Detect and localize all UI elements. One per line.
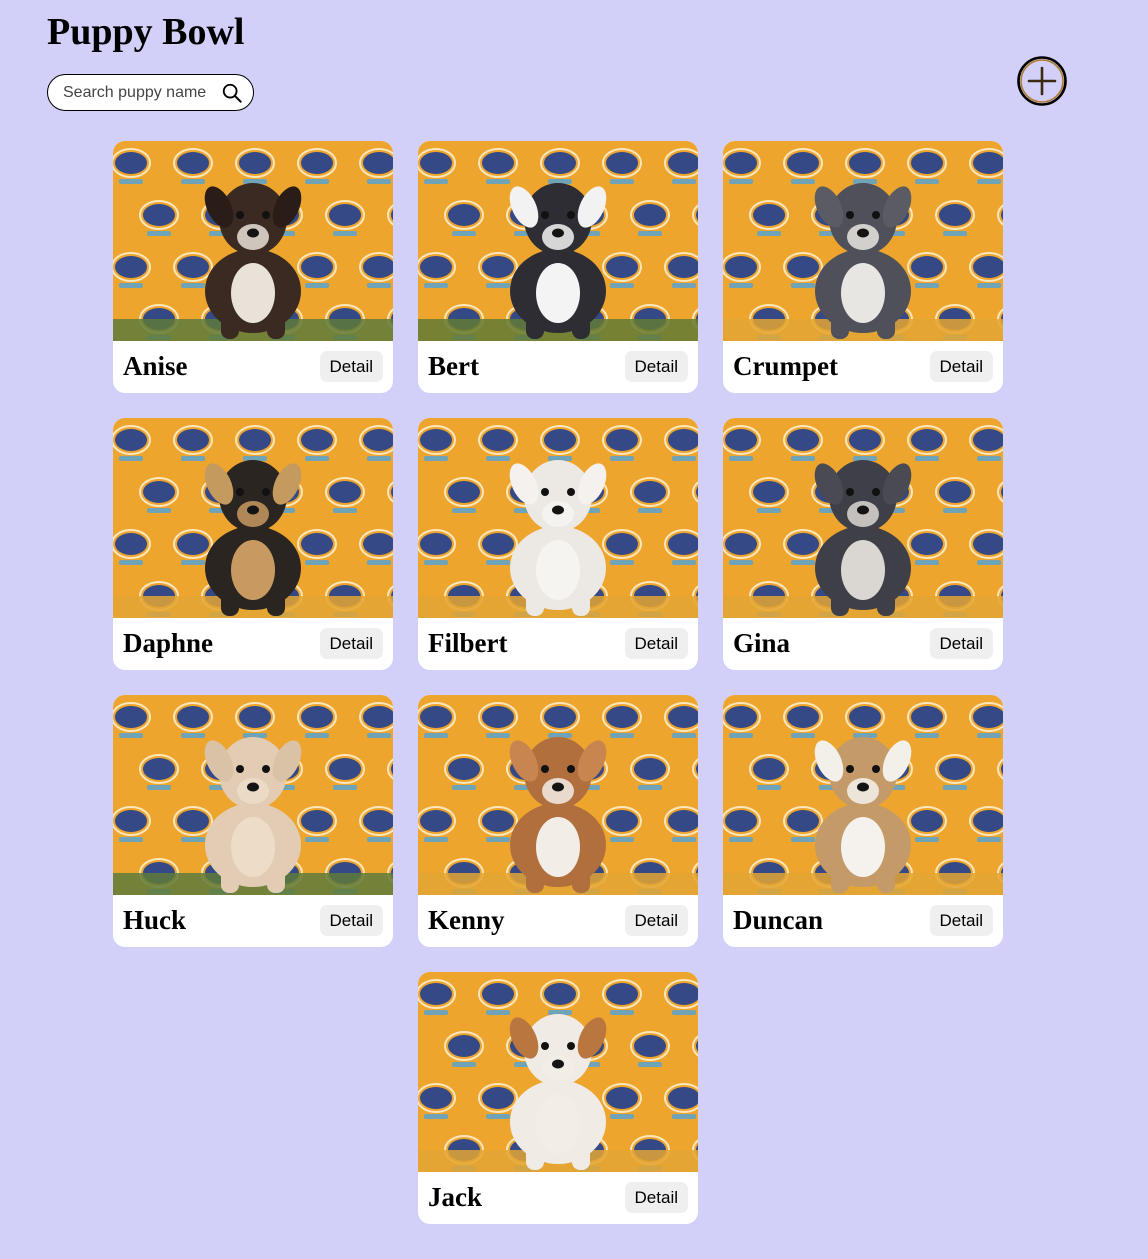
card-footer: Duncan Detail [723, 895, 1003, 947]
detail-button[interactable]: Detail [319, 351, 383, 382]
puppy-name: Duncan [733, 905, 824, 935]
puppy-card: Crumpet Detail [723, 141, 1003, 393]
detail-button[interactable]: Detail [624, 1182, 688, 1213]
puppy-card: Duncan Detail [723, 695, 1003, 947]
puppy-name: Huck [123, 905, 187, 935]
puppy-photo [418, 141, 698, 341]
card-footer: Huck Detail [113, 895, 393, 947]
detail-button[interactable]: Detail [624, 628, 688, 659]
search-box[interactable] [47, 74, 254, 111]
plus-circle-icon [1017, 56, 1067, 106]
detail-button[interactable]: Detail [624, 351, 688, 382]
puppy-grid: Anise Detail Bert Detail Crumpet Detail Daphne… [113, 141, 1003, 1224]
puppy-name: Jack [428, 1182, 482, 1212]
puppy-photo [113, 418, 393, 618]
puppy-card: Huck Detail [113, 695, 393, 947]
puppy-card: Kenny Detail [418, 695, 698, 947]
puppy-card: Anise Detail [113, 141, 393, 393]
puppy-photo [418, 972, 698, 1172]
card-footer: Filbert Detail [418, 618, 698, 670]
puppy-photo [113, 141, 393, 341]
page-title: Puppy Bowl [47, 11, 245, 53]
puppy-name: Filbert [428, 628, 508, 658]
detail-button[interactable]: Detail [929, 905, 993, 936]
search-input[interactable] [63, 83, 221, 102]
puppy-card: Daphne Detail [113, 418, 393, 670]
card-footer: Anise Detail [113, 341, 393, 393]
puppy-name: Crumpet [733, 351, 838, 381]
card-footer: Bert Detail [418, 341, 698, 393]
card-footer: Jack Detail [418, 1172, 698, 1224]
puppy-photo [723, 418, 1003, 618]
detail-button[interactable]: Detail [929, 351, 993, 382]
puppy-card: Filbert Detail [418, 418, 698, 670]
puppy-card: Bert Detail [418, 141, 698, 393]
add-puppy-button[interactable] [1016, 55, 1068, 107]
puppy-name: Daphne [123, 628, 214, 658]
puppy-name: Anise [123, 351, 188, 381]
puppy-card: Jack Detail [418, 972, 698, 1224]
puppy-photo [113, 695, 393, 895]
puppy-photo [418, 418, 698, 618]
puppy-photo [418, 695, 698, 895]
detail-button[interactable]: Detail [319, 905, 383, 936]
detail-button[interactable]: Detail [929, 628, 993, 659]
puppy-name: Kenny [428, 905, 505, 935]
puppy-photo [723, 141, 1003, 341]
card-footer: Daphne Detail [113, 618, 393, 670]
card-footer: Gina Detail [723, 618, 1003, 670]
detail-button[interactable]: Detail [319, 628, 383, 659]
detail-button[interactable]: Detail [624, 905, 688, 936]
card-footer: Crumpet Detail [723, 341, 1003, 393]
puppy-photo [723, 695, 1003, 895]
puppy-name: Bert [428, 351, 479, 381]
card-footer: Kenny Detail [418, 895, 698, 947]
puppy-card: Gina Detail [723, 418, 1003, 670]
search-icon[interactable] [221, 82, 243, 104]
puppy-name: Gina [733, 628, 791, 658]
